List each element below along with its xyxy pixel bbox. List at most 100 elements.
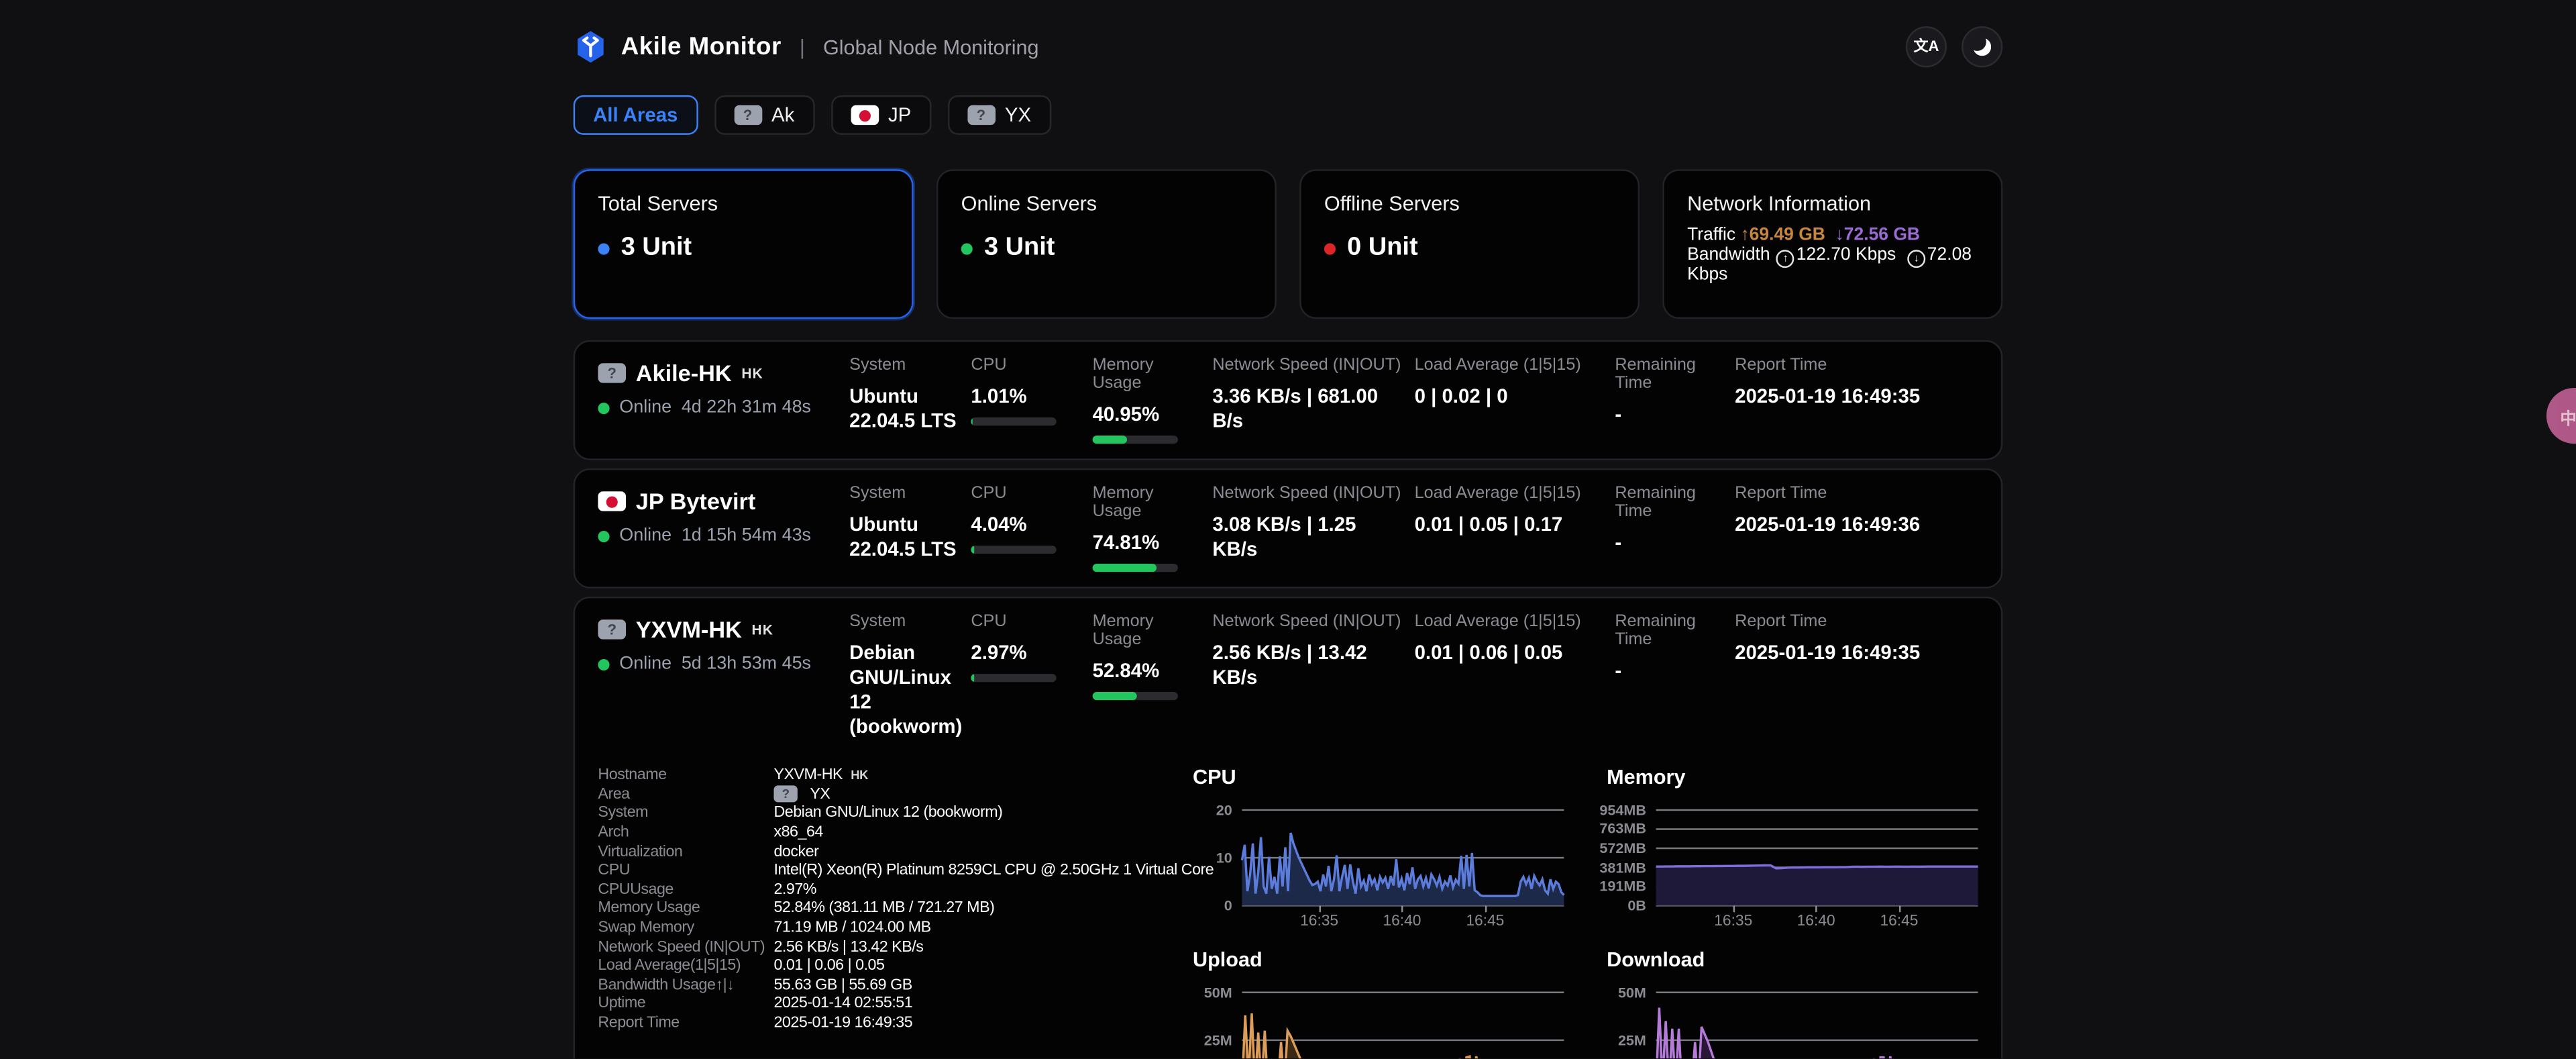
chart-title: Download [1607,948,1978,971]
app-title: Akile Monitor [621,33,782,61]
cpu-value: 1.01% [971,385,1079,409]
up-circle-icon: ↑ [1776,250,1794,268]
japan-flag-icon [598,491,626,511]
detail-field: Uptime2025-01-14 02:55:51 [598,995,1169,1013]
x-axis-labels: 16:3516:4016:45 [1656,905,1978,927]
card-title: Offline Servers [1324,193,1615,215]
total-servers-card[interactable]: Total Servers 3 Unit [574,169,914,319]
uptime-text: 1d 15h 54m 43s [682,526,811,546]
server-status: Online 5d 13h 53m 45s [598,654,849,674]
y-axis-labels: 025M50M [1193,982,1242,1059]
col-header-remaining: Remaining Time [1615,485,1721,521]
online-servers-card[interactable]: Online Servers 3 Unit [936,169,1277,319]
flag-placeholder-icon: ? [734,105,762,125]
card-value: 3 Unit [598,234,888,263]
memory-progress-bar [1093,692,1178,700]
blue-dot-icon [598,242,609,254]
server-row-akile-hk: ? Akile-HK HK Online 4d 22h 31m 48s Syst… [574,340,2003,460]
detail-field: Area?YX [598,785,1169,804]
uptime-text: 5d 13h 53m 45s [682,654,811,674]
remaining-time-value: - [1615,531,1721,556]
system-value: Ubuntu 22.04.5 LTS [849,513,958,562]
flag-placeholder-icon: ? [773,786,797,803]
top-bar: Akile Monitor | Global Node Monitoring 文… [574,0,2003,67]
network-speed-value: 3.08 KB/s | 1.25 KB/s [1212,513,1401,562]
load-average-value: 0.01 | 0.05 | 0.17 [1415,513,1602,538]
card-title: Online Servers [961,193,1252,215]
summary-cards: Total Servers 3 Unit Online Servers 3 Un… [574,169,2003,319]
region-badge: HK [752,621,774,638]
col-header-system: System [849,485,958,503]
flag-placeholder-icon: ? [598,363,626,383]
tab-ak[interactable]: ? Ak [714,95,814,135]
tab-yx[interactable]: ? YX [947,95,1051,135]
network-speed-value: 3.36 KB/s | 681.00 B/s [1212,385,1401,434]
server-summary[interactable]: JP Bytevirt Online 1d 15h 54m 43s System… [598,485,1978,572]
akile-logo-icon [574,30,608,64]
app-subtitle: Global Node Monitoring [823,36,1039,58]
detail-field: Load Average(1|5|15)0.01 | 0.06 | 0.05 [598,956,1169,975]
cpu-progress-bar [971,674,1056,682]
detail-field: Bandwidth Usage↑|↓55.63 GB | 55.69 GB [598,976,1169,995]
memory-progress-bar [1093,564,1178,572]
red-dot-icon [1324,242,1336,254]
system-value: Debian GNU/Linux 12 (bookworm) [849,641,958,740]
cpu-value: 4.04% [971,513,1079,538]
server-status: Online 1d 15h 54m 43s [598,526,849,546]
report-time-value: 2025-01-19 16:49:35 [1735,385,1965,409]
theme-toggle-button[interactable] [1962,26,2002,67]
card-value: 0 Unit [1324,234,1615,263]
col-header-report: Report Time [1735,356,1965,374]
col-header-network: Network Speed (IN|OUT) [1212,485,1401,503]
server-identity: ? Akile-HK HK Online 4d 22h 31m 48s [598,356,849,444]
moon-icon [1973,38,1991,56]
translate-icon: 文A [1913,40,1939,54]
akile-monitor-page: Akile Monitor | Global Node Monitoring 文… [0,0,2576,1059]
detail-field: CPUUsage2.97% [598,880,1169,899]
network-stats: Traffic ↑69.49 GB ↓72.56 GB Bandwidth ↑1… [1687,227,1978,286]
card-title: Total Servers [598,193,888,215]
detail-field: Virtualizationdocker [598,842,1169,861]
chart-title: CPU [1193,766,1564,789]
offline-servers-card[interactable]: Offline Servers 0 Unit [1299,169,1640,319]
down-circle-icon: ↓ [1907,250,1925,268]
bandwidth-up-value: 122.70 Kbps [1796,244,1896,264]
chart-plot [1656,801,1978,906]
col-header-network: Network Speed (IN|OUT) [1212,356,1401,374]
cpu-progress-bar [971,546,1056,554]
status-text: Online [619,398,672,417]
traffic-upload-value: ↑69.49 GB [1740,225,1825,245]
network-speed-value: 2.56 KB/s | 13.42 KB/s [1212,641,1401,690]
system-value: Ubuntu 22.04.5 LTS [849,385,958,434]
upload-chart: Upload 025M50M 16:3516:4016:45 [1193,948,1564,1059]
y-axis-labels: 025M50M [1607,982,1656,1059]
tab-jp[interactable]: JP [830,95,930,135]
col-header-load: Load Average (1|5|15) [1415,485,1602,503]
server-row-yxvm-hk: ? YXVM-HK HK Online 5d 13h 53m 45s Syste… [574,597,2003,1059]
tab-all-areas[interactable]: All Areas [574,95,698,135]
japan-flag-icon [851,105,879,125]
memory-chart: Memory 0B191MB381MB572MB763MB954MB 16:35… [1607,766,1978,927]
green-dot-icon [961,242,973,254]
memory-progress-bar [1093,436,1178,444]
col-header-cpu: CPU [971,485,1079,503]
col-header-load: Load Average (1|5|15) [1415,613,1602,631]
col-header-network: Network Speed (IN|OUT) [1212,613,1401,631]
load-average-value: 0 | 0.02 | 0 [1415,385,1602,409]
network-information-card: Network Information Traffic ↑69.49 GB ↓7… [1662,169,2002,319]
report-time-value: 2025-01-19 16:49:35 [1735,641,1965,666]
server-summary[interactable]: ? Akile-HK HK Online 4d 22h 31m 48s Syst… [598,356,1978,444]
server-status: Online 4d 22h 31m 48s [598,398,849,417]
detail-field: Network Speed (IN|OUT)2.56 KB/s | 13.42 … [598,938,1169,956]
floating-translate-button[interactable]: 中A [2546,388,2576,444]
total-count: 3 Unit [621,234,692,263]
chart-title: Memory [1607,766,1978,789]
chart-plot [1242,801,1564,906]
server-summary[interactable]: ? YXVM-HK HK Online 5d 13h 53m 45s Syste… [598,613,1978,740]
chart-title: Upload [1193,948,1564,971]
language-toggle-button[interactable]: 文A [1906,26,1947,67]
bandwidth-label: Bandwidth [1687,244,1770,264]
server-detail-panel: HostnameYXVM-HKHKArea?YXSystemDebian GNU… [598,766,1978,1059]
server-identity: JP Bytevirt Online 1d 15h 54m 43s [598,485,849,572]
download-chart: Download 025M50M 16:3516:4016:45 [1607,948,1978,1059]
